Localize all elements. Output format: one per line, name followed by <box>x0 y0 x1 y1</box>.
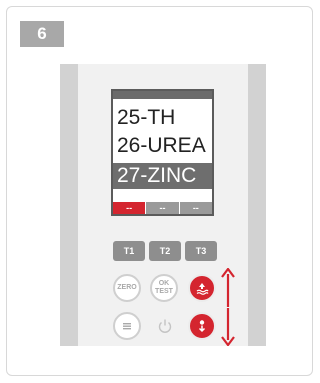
t2-button[interactable]: T2 <box>149 241 181 261</box>
t1-button[interactable]: T1 <box>113 241 145 261</box>
softkey-1[interactable]: -- <box>113 202 147 214</box>
menu-item-th: 25-TH <box>117 106 176 129</box>
device-screen: 25-TH 26-UREA 27-ZINC -- -- -- <box>111 89 214 216</box>
scroll-down-icon <box>198 320 206 333</box>
t3-button[interactable]: T3 <box>185 241 217 261</box>
menu-item-urea: 26-UREA <box>117 134 206 157</box>
power-button[interactable] <box>154 315 176 337</box>
step-number-badge: 6 <box>20 21 64 47</box>
scroll-up-icon <box>196 283 209 295</box>
up-arrow-indicator <box>221 268 235 307</box>
softkey-row: -- -- -- <box>113 202 212 214</box>
softkey-3[interactable]: -- <box>179 202 212 214</box>
zero-label: ZERO <box>117 284 137 291</box>
menu-button[interactable] <box>113 312 141 340</box>
device-right-rail <box>248 64 266 346</box>
screen-status-bar <box>113 91 212 99</box>
device-left-rail <box>60 64 78 346</box>
scroll-up-button[interactable] <box>188 274 216 302</box>
menu-icon <box>123 323 131 330</box>
menu-item-zinc-selected: 27-ZINC <box>113 163 212 189</box>
down-arrow-indicator <box>221 308 235 346</box>
ok-test-button[interactable]: OK TEST <box>150 274 178 302</box>
device-panel: 25-TH 26-UREA 27-ZINC -- -- -- T1 T2 T3 … <box>60 64 266 346</box>
scroll-down-button[interactable] <box>188 312 216 340</box>
softkey-2[interactable]: -- <box>146 202 180 214</box>
power-icon <box>158 319 172 333</box>
ok-test-label: OK TEST <box>155 280 173 295</box>
zero-button[interactable]: ZERO <box>113 274 141 302</box>
